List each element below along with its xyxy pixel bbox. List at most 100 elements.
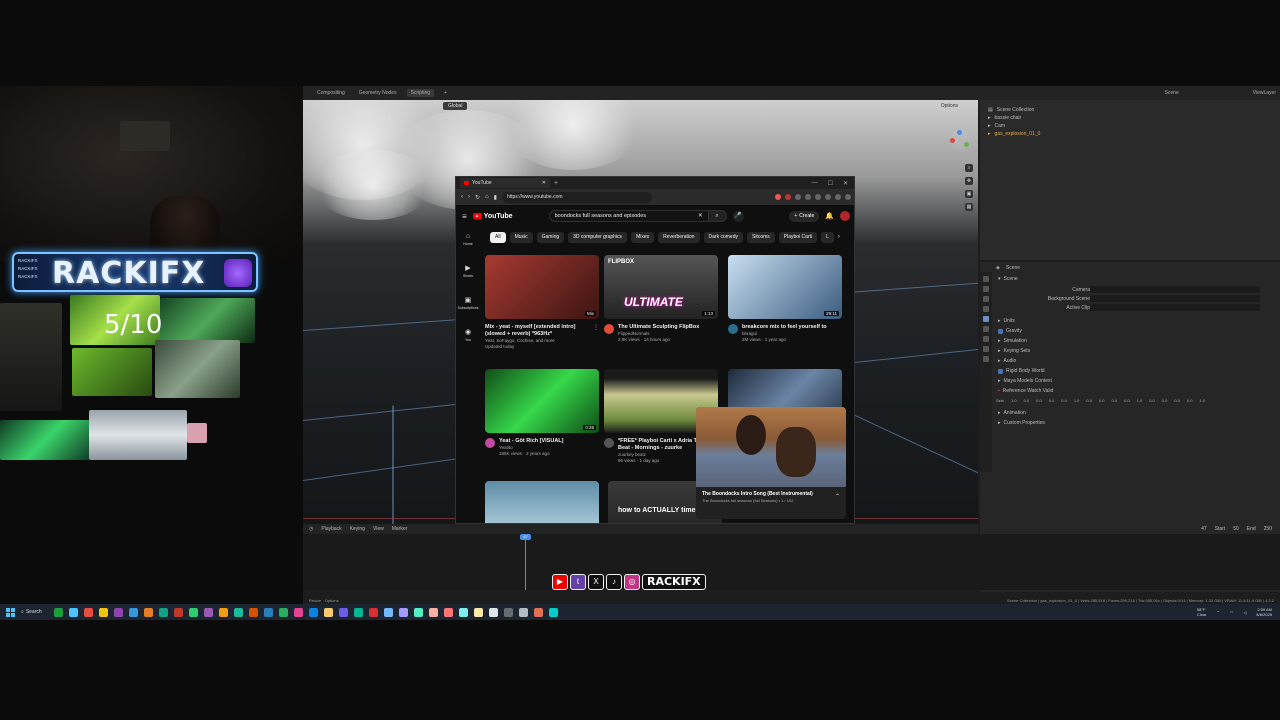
section-scene[interactable]: ▾ Scene <box>998 276 1018 282</box>
channel-avatar[interactable] <box>604 324 614 334</box>
network-icon[interactable]: ◠ <box>1230 610 1234 615</box>
video-card[interactable]: Mix Mix - yeat - myself [extended intro]… <box>485 255 599 350</box>
youtube-logo[interactable]: YouTube <box>472 213 513 220</box>
extension-icon[interactable] <box>775 194 781 200</box>
menu-icon[interactable] <box>845 194 851 200</box>
taskbar-search[interactable]: ⌕ Search <box>21 609 42 615</box>
reload-icon[interactable]: ↻ <box>475 194 480 201</box>
create-button[interactable]: + Create <box>789 210 820 222</box>
chips-next-icon[interactable]: › <box>838 234 840 240</box>
extension-icon[interactable] <box>805 194 811 200</box>
extension-icon[interactable] <box>785 194 791 200</box>
taskbar-app-icon[interactable] <box>203 607 213 617</box>
background-scene-field[interactable] <box>1090 295 1260 302</box>
taskbar-app-icon[interactable] <box>53 607 63 617</box>
expand-queue-icon[interactable]: ⌃ <box>829 487 846 506</box>
scene-selector[interactable]: Scene <box>1161 89 1183 97</box>
clear-search-icon[interactable]: ✕ <box>698 213 703 219</box>
taskbar-app-icon[interactable] <box>293 607 303 617</box>
chip-sitcoms[interactable]: Sitcoms <box>746 231 775 243</box>
taskbar-app-icon[interactable] <box>503 607 513 617</box>
section-simulation[interactable]: ▸ Simulation <box>998 338 1027 344</box>
close-tab-icon[interactable]: ✕ <box>542 180 546 186</box>
weather-widget[interactable]: 58°F Clear <box>1197 607 1207 617</box>
close-window-button[interactable]: ✕ <box>843 180 848 187</box>
taskbar-app-icon[interactable] <box>428 607 438 617</box>
channel-avatar[interactable] <box>728 324 738 334</box>
nav-home[interactable]: ⌂ Home <box>463 233 472 246</box>
nav-you[interactable]: ◉ You <box>465 328 471 342</box>
video-thumbnail[interactable]: FLIPBOX ULTIMATE 1:13 <box>604 255 718 319</box>
nav-shorts[interactable]: ▶ Shorts <box>463 264 473 278</box>
taskbar-app-icon[interactable] <box>188 607 198 617</box>
taskbar-app-icon[interactable] <box>443 607 453 617</box>
new-tab-icon[interactable]: + <box>554 180 558 187</box>
address-bar[interactable]: https://www.youtube.com <box>501 191 652 203</box>
video-title[interactable]: Mix - yeat - myself [extended intro] (sl… <box>485 324 589 338</box>
windows-start-icon[interactable] <box>6 607 15 617</box>
camera-field[interactable] <box>1090 286 1260 293</box>
taskbar-app-icon[interactable] <box>173 607 183 617</box>
pan-icon[interactable]: ✥ <box>965 177 973 185</box>
outliner-row-selected[interactable]: ▸ gas_explosion_01_0 <box>988 130 1272 138</box>
chip-music[interactable]: Music <box>509 231 533 243</box>
channel-avatar[interactable] <box>485 438 495 448</box>
taskbar-app-icon[interactable] <box>98 607 108 617</box>
more-options-icon[interactable]: ⋮ <box>593 324 599 350</box>
taskbar-app-icon[interactable] <box>383 607 393 617</box>
scene-tab-icon[interactable] <box>983 316 989 322</box>
taskbar-app-icon[interactable] <box>533 607 543 617</box>
maximize-button[interactable]: ☐ <box>828 180 833 187</box>
workspace-tab-compositing[interactable]: Compositing <box>313 89 349 97</box>
forward-icon[interactable]: › <box>468 194 470 200</box>
view-layer-tab-icon[interactable] <box>983 306 989 312</box>
chip-all[interactable]: All <box>490 231 506 243</box>
workspace-tab-geometry-nodes[interactable]: Geometry Nodes <box>355 89 401 97</box>
taskbar-app-icon[interactable] <box>128 607 138 617</box>
video-thumbnail[interactable]: 0:28 <box>485 369 599 433</box>
taskbar-app-icon[interactable] <box>353 607 363 617</box>
section-custom-properties[interactable]: ▸ Custom Properties <box>998 420 1045 426</box>
view-menu[interactable]: View <box>373 526 384 532</box>
taskbar-app-icon[interactable] <box>248 607 258 617</box>
taskbar-app-icon[interactable] <box>263 607 273 617</box>
taskbar-app-icon[interactable] <box>83 607 93 617</box>
video-thumbnail[interactable]: Mix <box>485 255 599 319</box>
physics-tab-icon[interactable] <box>983 356 989 362</box>
search-input[interactable]: boondocks full seasons and episodes ✕ <box>548 210 709 222</box>
playhead[interactable]: 47 <box>520 534 531 590</box>
minimize-button[interactable]: — <box>812 180 818 187</box>
taskbar-app-icon[interactable] <box>338 607 348 617</box>
hamburger-menu-icon[interactable]: ≡ <box>462 212 467 221</box>
playback-menu[interactable]: Playback <box>321 526 341 532</box>
chip-3d-graphics[interactable]: 3D computer graphics <box>568 231 628 243</box>
home-icon[interactable]: ⌂ <box>485 194 489 200</box>
taskbar-app-icon[interactable] <box>158 607 168 617</box>
video-card[interactable]: 0:28 Yeat - Gōt Rich [VISUAL] Yeatito 18… <box>485 369 599 457</box>
chip-reverberation[interactable]: Reverberation <box>658 231 700 243</box>
tray-chevron-icon[interactable]: ⌃ <box>1216 610 1219 615</box>
workspace-add-button[interactable]: + <box>440 89 451 97</box>
clock[interactable]: 2:59 AM 8/8/2025 <box>1256 607 1272 617</box>
output-tab-icon[interactable] <box>983 296 989 302</box>
perspective-toggle-icon[interactable]: ▦ <box>965 203 973 211</box>
video-title[interactable]: Yeat - Gōt Rich [VISUAL] <box>499 438 563 445</box>
object-tab-icon[interactable] <box>983 336 989 342</box>
taskbar-app-icon[interactable] <box>308 607 318 617</box>
bookmark-icon[interactable]: ▮ <box>494 194 497 201</box>
timeline-editor-icon[interactable]: ◷ <box>309 526 313 532</box>
taskbar-app-icon[interactable] <box>518 607 528 617</box>
outliner-row[interactable]: ▸ bassie chair <box>988 114 1272 122</box>
taskbar-app-icon[interactable] <box>488 607 498 617</box>
navigation-gizmo[interactable] <box>950 130 970 150</box>
end-frame-field[interactable]: 250 <box>1264 526 1272 532</box>
account-avatar[interactable] <box>840 211 850 221</box>
search-button[interactable]: ⌕ <box>708 210 727 222</box>
timeline-area[interactable]: 47 <box>303 534 1280 590</box>
miniplayer-video[interactable] <box>696 407 846 487</box>
tool-tab-icon[interactable] <box>983 276 989 282</box>
taskbar-app-icon[interactable] <box>233 607 243 617</box>
video-title[interactable]: The Ultimate Sculpting FlipBox <box>618 324 699 331</box>
taskbar-app-icon[interactable] <box>473 607 483 617</box>
taskbar-app-icon[interactable] <box>68 607 78 617</box>
